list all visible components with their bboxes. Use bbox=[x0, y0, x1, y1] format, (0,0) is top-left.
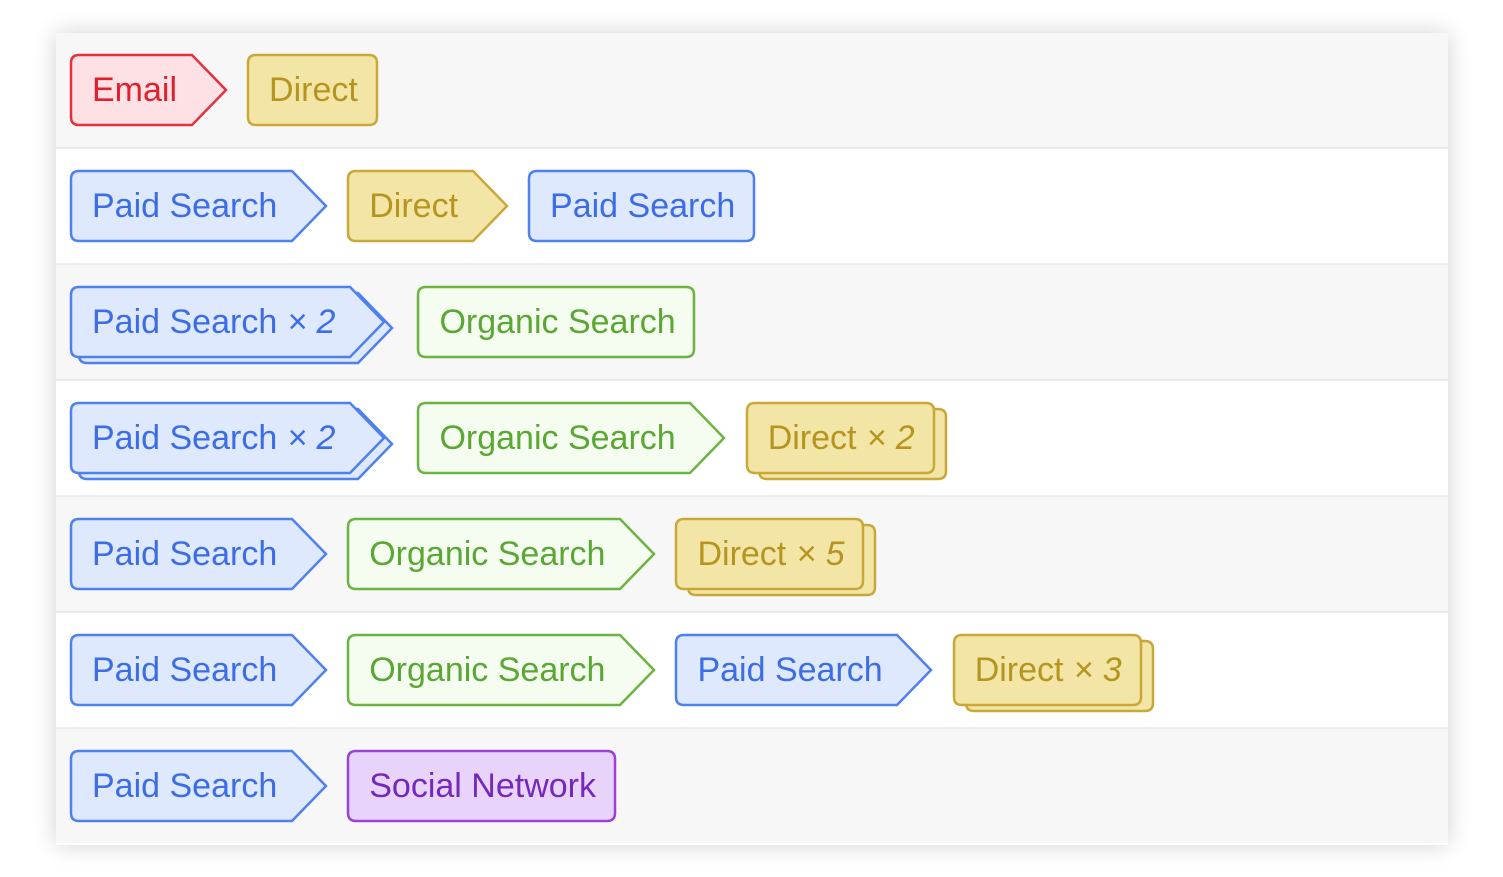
path-row: Paid Search × 2 Organic Search bbox=[56, 265, 1448, 381]
badge-count: × 2 bbox=[866, 419, 915, 457]
channel-badge-paid[interactable]: Paid Search bbox=[69, 633, 328, 707]
channel-badge-paid[interactable]: Paid Search × 2 bbox=[69, 401, 394, 481]
badge-label: Organic Search bbox=[439, 303, 676, 341]
badge-label: Paid Search bbox=[92, 767, 278, 805]
badge-label: Organic Search bbox=[369, 651, 606, 689]
path-row: Paid Search Organic Search Paid Search Dire… bbox=[56, 613, 1448, 729]
badge-label: Paid Search bbox=[697, 651, 883, 689]
path-row: Paid Search Organic Search Direct × 5 bbox=[56, 497, 1448, 613]
channel-badge-direct[interactable]: Direct × 5 bbox=[675, 517, 877, 597]
channel-badge-organic[interactable]: Organic Search bbox=[417, 401, 727, 475]
badge-label: Paid Search bbox=[92, 303, 278, 341]
channel-badge-organic[interactable]: Organic Search bbox=[346, 633, 656, 707]
badge-label: Paid Search bbox=[550, 187, 736, 225]
channel-badge-direct[interactable]: Direct bbox=[246, 53, 379, 127]
channel-badge-paid[interactable]: Paid Search bbox=[69, 517, 328, 591]
channel-badge-organic[interactable]: Organic Search bbox=[417, 285, 696, 359]
path-row: Paid Search × 2 Organic Search Direct × 2 bbox=[56, 381, 1448, 497]
channel-badge-direct[interactable]: Direct × 3 bbox=[952, 633, 1154, 713]
badge-label: Email bbox=[92, 71, 178, 109]
channel-badge-direct[interactable]: Direct × 2 bbox=[745, 401, 947, 481]
badge-label: Organic Search bbox=[439, 419, 676, 457]
badge-label: Paid Search bbox=[92, 651, 278, 689]
channel-badge-paid[interactable]: Paid Search bbox=[527, 169, 756, 243]
path-row: Paid Search Direct Paid Search bbox=[56, 149, 1448, 265]
channel-badge-organic[interactable]: Organic Search bbox=[346, 517, 656, 591]
path-row: Email Direct bbox=[56, 33, 1448, 149]
channel-badge-email[interactable]: Email bbox=[69, 53, 228, 127]
badge-label: Direct bbox=[269, 71, 358, 109]
badge-count: × 5 bbox=[796, 535, 845, 573]
channel-badge-direct[interactable]: Direct bbox=[346, 169, 509, 243]
badge-label: Direct bbox=[974, 651, 1064, 689]
badge-label: Paid Search bbox=[92, 419, 278, 457]
channel-badge-paid[interactable]: Paid Search × 2 bbox=[69, 285, 394, 365]
channel-badge-paid[interactable]: Paid Search bbox=[69, 169, 328, 243]
badge-label: Social Network bbox=[369, 767, 596, 805]
badge-count: × 3 bbox=[1073, 651, 1122, 689]
badge-label: Paid Search bbox=[92, 535, 278, 573]
badge-label: Direct bbox=[369, 187, 459, 225]
badge-label: Direct bbox=[697, 535, 787, 573]
channel-badge-paid[interactable]: Paid Search bbox=[675, 633, 934, 707]
badge-label: Paid Search bbox=[92, 187, 278, 225]
channel-badge-social[interactable]: Social Network bbox=[346, 749, 617, 823]
badge-count: × 2 bbox=[287, 419, 336, 457]
badge-label: Organic Search bbox=[369, 535, 606, 573]
channel-badge-paid[interactable]: Paid Search bbox=[69, 749, 328, 823]
conversion-paths-panel: Email Direct Paid Search Direct Paid Search P… bbox=[56, 33, 1448, 845]
badge-label: Direct bbox=[767, 419, 857, 457]
badge-count: × 2 bbox=[287, 303, 336, 341]
path-row: Paid Search Social Network bbox=[56, 729, 1448, 843]
